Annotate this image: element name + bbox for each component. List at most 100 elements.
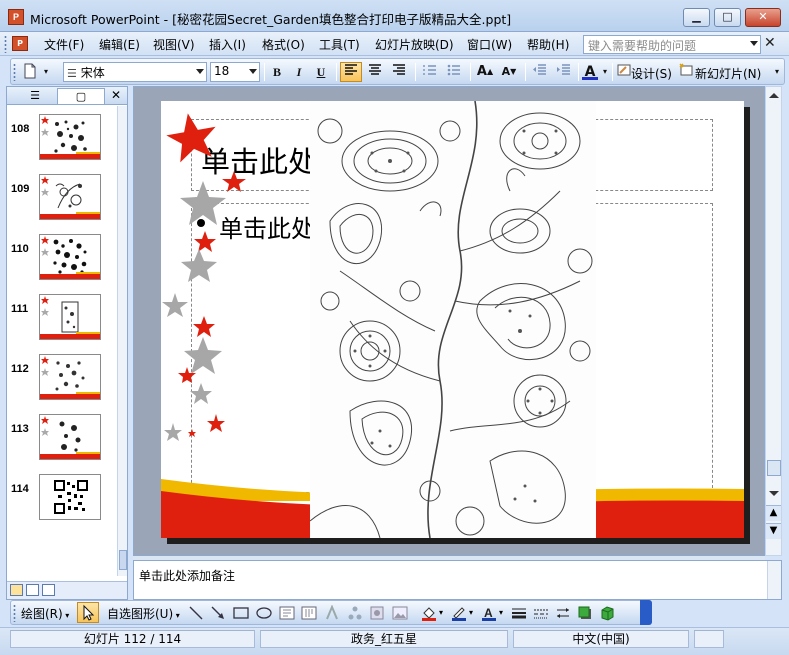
maximize-button[interactable]: □ [714,8,741,27]
drawing-toolbar-grip[interactable] [13,604,16,622]
line-style-button[interactable] [511,605,527,621]
menu-window[interactable]: 窗口(W) [467,36,512,53]
help-search-input[interactable]: 键入需要帮助的问题 [583,35,761,54]
current-slide[interactable]: 单击此处 单击此处 [161,101,744,538]
decrease-indent-button[interactable] [529,62,551,82]
slide-thumbnail-row[interactable]: 112 [7,354,117,414]
shadow-style-button[interactable] [577,605,593,621]
slideshow-view-button[interactable] [42,584,55,596]
menu-grip-handle[interactable] [4,35,7,53]
scrollbar-thumb[interactable] [119,550,127,570]
draw-font-color-dropdown[interactable]: ▾ [499,608,503,617]
numbered-list-button[interactable] [419,62,441,82]
menu-help[interactable]: 帮助(H) [527,36,569,53]
close-window-button[interactable]: ✕ [745,8,781,27]
tab-outline[interactable]: ☰ [13,88,57,104]
align-right-button[interactable] [388,62,410,82]
increase-indent-button[interactable] [553,62,575,82]
underline-button[interactable]: U [311,62,331,82]
draw-font-color-button[interactable]: A [481,605,497,621]
fill-color-dropdown[interactable]: ▾ [439,608,443,617]
slide-sorter-view-button[interactable] [26,584,39,596]
slide-thumbnail-row[interactable]: 114 [7,474,117,534]
new-document-dropdown[interactable]: ▾ [41,62,51,82]
align-center-button[interactable] [364,62,386,82]
slide-thumbnail[interactable] [39,474,101,520]
menu-slideshow[interactable]: 幻灯片放映(D) [375,36,454,53]
chevron-down-icon[interactable] [196,69,204,74]
slide-thumbnail[interactable] [39,234,101,280]
line-color-dropdown[interactable]: ▾ [469,608,473,617]
font-size-select[interactable]: 18 [210,62,260,82]
textbox-tool-button[interactable] [279,605,295,621]
menu-view[interactable]: 视图(V) [153,36,195,53]
wordart-button[interactable] [324,604,340,621]
slide-thumbnail-row[interactable]: 113 [7,414,117,474]
slide-thumbnail[interactable] [39,414,101,460]
new-document-button[interactable] [21,62,39,82]
notes-scrollbar[interactable] [767,561,781,599]
insert-picture-button[interactable] [392,605,408,621]
toolbar-options-button[interactable]: ▾ [771,62,783,82]
align-left-button[interactable] [340,62,362,82]
clip-art-button[interactable] [369,605,385,621]
rectangle-tool-button[interactable] [233,605,249,621]
menu-edit[interactable]: 编辑(E) [99,36,140,53]
design-template-status[interactable]: 政务_红五星 [260,630,508,648]
close-document-button[interactable]: ✕ [764,35,776,51]
italic-button[interactable]: I [289,62,309,82]
chevron-down-icon[interactable] [249,69,257,74]
arrow-tool-button[interactable] [210,605,226,621]
slide-thumbnail[interactable] [39,114,101,160]
bold-button[interactable]: B [267,62,287,82]
bullet-list-button[interactable] [443,62,465,82]
previous-slide-button[interactable]: ▲ [766,505,781,521]
increase-font-size-button[interactable]: A▲ [474,62,496,82]
slide-thumbnail[interactable] [39,174,101,220]
document-menu-icon[interactable]: P [12,36,28,51]
slide-thumbnail-row[interactable]: 110 [7,234,117,294]
slide-thumbnail-row[interactable]: 111 [7,294,117,354]
arrow-style-button[interactable] [555,605,571,621]
font-color-button[interactable]: A [581,62,599,82]
new-slide-button[interactable]: 新幻灯片(N) [695,65,761,82]
line-color-button[interactable] [451,605,467,621]
toolbar-grip-handle[interactable] [13,63,16,81]
autoshapes-menu-button[interactable]: 自选图形(U) ▾ [107,605,180,622]
menu-format[interactable]: 格式(O) [262,36,305,53]
decrease-font-size-button[interactable]: A▼ [498,62,520,82]
line-tool-button[interactable] [188,605,204,621]
notes-placeholder[interactable]: 单击此处添加备注 [139,567,235,584]
vertical-textbox-button[interactable] [301,605,317,621]
toolbar-options-button[interactable] [640,600,652,625]
font-name-select[interactable]: ☰ 宋体 [63,62,207,82]
secret-garden-picture[interactable] [310,101,596,538]
menu-tools[interactable]: 工具(T) [319,36,360,53]
3d-style-button[interactable] [599,605,615,621]
oval-tool-button[interactable] [256,605,272,621]
notes-pane[interactable]: 单击此处添加备注 [133,560,782,600]
font-color-dropdown[interactable]: ▾ [600,62,610,82]
tab-slides[interactable]: ▢ [57,88,105,104]
new-slide-icon-button[interactable] [677,62,695,82]
scroll-up-arrow-icon[interactable] [769,93,779,98]
slide-thumbnail-row[interactable]: 108 [7,114,117,174]
slide-vertical-scrollbar[interactable]: ▲ ▼ [765,86,782,556]
slides-pane-scrollbar[interactable] [117,106,127,576]
dash-style-button[interactable] [533,605,549,621]
menu-file[interactable]: 文件(F) [44,36,84,53]
close-pane-button[interactable]: ✕ [111,88,121,102]
fill-color-button[interactable] [421,605,437,621]
language-status[interactable]: 中文(中国) [513,630,689,648]
scroll-down-arrow-icon[interactable] [769,491,779,496]
chevron-down-icon[interactable] [750,41,758,46]
powerpoint-app-icon[interactable]: P [8,9,24,25]
normal-view-button[interactable] [10,584,23,596]
diagram-button[interactable] [347,605,363,621]
minimize-button[interactable]: ▁ [683,8,710,27]
next-slide-button[interactable]: ▼ [766,523,781,539]
slide-thumbnail[interactable] [39,354,101,400]
select-objects-button[interactable] [77,602,99,623]
design-button[interactable]: 设计(S) [631,65,672,82]
slide-thumbnail[interactable] [39,294,101,340]
